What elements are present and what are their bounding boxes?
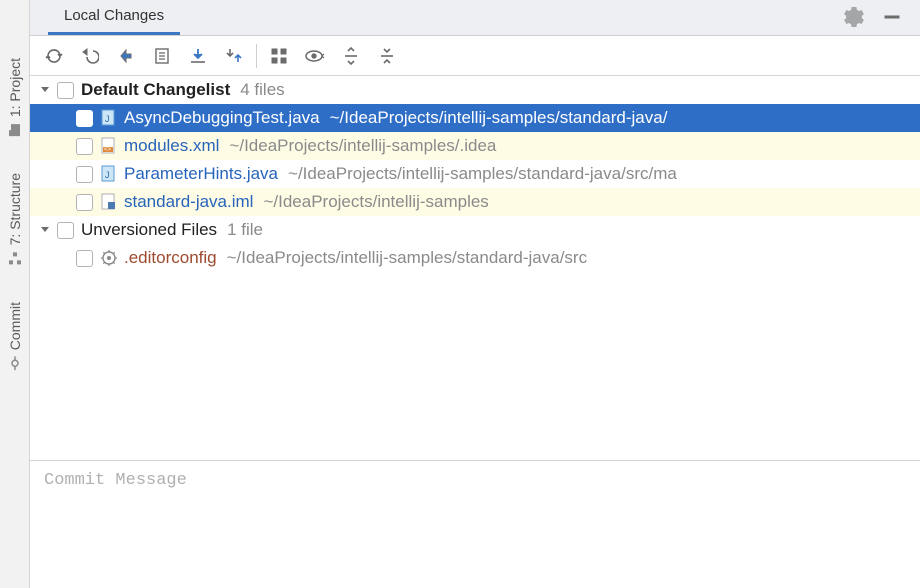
refresh-button[interactable] <box>36 38 72 74</box>
tab-local-changes[interactable]: Local Changes <box>48 0 180 35</box>
tab-bar: Local Changes <box>30 0 920 36</box>
checkbox[interactable] <box>57 222 74 239</box>
config-file-icon <box>100 249 118 267</box>
shelve-button[interactable] <box>180 38 216 74</box>
rollback-button[interactable] <box>72 38 108 74</box>
java-class-icon: J <box>100 109 118 127</box>
file-name: ParameterHints.java <box>124 164 278 184</box>
group-count: 4 files <box>240 80 284 100</box>
changelist-button[interactable] <box>144 38 180 74</box>
tab-right-actions <box>844 0 908 35</box>
shelve-silently-button[interactable] <box>216 38 252 74</box>
file-row[interactable]: J AsyncDebuggingTest.java ~/IdeaProjects… <box>30 104 920 132</box>
chevron-down-icon[interactable] <box>38 223 52 237</box>
svg-text:<>: <> <box>104 147 112 153</box>
structure-icon <box>8 252 22 266</box>
java-class-icon: J <box>100 165 118 183</box>
tab-label: Local Changes <box>64 7 164 24</box>
file-name: .editorconfig <box>124 248 217 268</box>
svg-text:J: J <box>105 170 110 180</box>
changes-tree[interactable]: Default Changelist 4 files J AsyncDebugg… <box>30 76 920 460</box>
diff-button[interactable] <box>108 38 144 74</box>
commit-message-input[interactable] <box>30 461 920 588</box>
checkbox[interactable] <box>76 166 93 183</box>
sidebar-item-commit[interactable]: Commit <box>7 302 23 370</box>
sidebar-label: Commit <box>7 302 23 350</box>
checkbox[interactable] <box>76 250 93 267</box>
file-path: ~/IdeaProjects/intellij-samples/standard… <box>227 248 587 268</box>
file-path: ~/IdeaProjects/intellij-samples/standard… <box>330 108 668 128</box>
checkbox[interactable] <box>76 110 93 127</box>
sidebar-label: 1: Project <box>7 58 23 117</box>
file-path: ~/IdeaProjects/intellij-samples <box>263 192 488 212</box>
svg-text:J: J <box>105 114 110 124</box>
checkbox[interactable] <box>57 82 74 99</box>
chevron-down-icon[interactable] <box>38 83 52 97</box>
tool-window-stripe: 1: Project 7: Structure Commit <box>0 0 30 588</box>
module-file-icon <box>100 193 118 211</box>
expand-all-button[interactable] <box>333 38 369 74</box>
sidebar-item-structure[interactable]: 7: Structure <box>7 173 23 265</box>
file-name: modules.xml <box>124 136 219 156</box>
sidebar-label: 7: Structure <box>7 173 23 245</box>
commit-message-panel <box>30 460 920 588</box>
file-row[interactable]: <> modules.xml ~/IdeaProjects/intellij-s… <box>30 132 920 160</box>
toolbar-separator <box>256 44 257 68</box>
group-by-button[interactable] <box>261 38 297 74</box>
file-path: ~/IdeaProjects/intellij-samples/standard… <box>288 164 677 184</box>
xml-file-icon: <> <box>100 137 118 155</box>
checkbox[interactable] <box>76 194 93 211</box>
toolbar <box>30 36 920 76</box>
group-label: Unversioned Files <box>81 220 217 240</box>
preview-diff-button[interactable] <box>297 38 333 74</box>
group-count: 1 file <box>227 220 263 240</box>
file-name: standard-java.iml <box>124 192 253 212</box>
file-path: ~/IdeaProjects/intellij-samples/.idea <box>229 136 496 156</box>
hide-icon[interactable] <box>882 7 902 27</box>
sidebar-item-project[interactable]: 1: Project <box>7 58 23 137</box>
changelist-group-unversioned[interactable]: Unversioned Files 1 file <box>30 216 920 244</box>
project-icon <box>8 123 22 137</box>
group-label: Default Changelist <box>81 80 230 100</box>
checkbox[interactable] <box>76 138 93 155</box>
file-row[interactable]: standard-java.iml ~/IdeaProjects/intelli… <box>30 188 920 216</box>
file-name: AsyncDebuggingTest.java <box>124 108 320 128</box>
file-row[interactable]: .editorconfig ~/IdeaProjects/intellij-sa… <box>30 244 920 272</box>
commit-icon <box>8 356 22 370</box>
changelist-group-default[interactable]: Default Changelist 4 files <box>30 76 920 104</box>
collapse-all-button[interactable] <box>369 38 405 74</box>
file-row[interactable]: J ParameterHints.java ~/IdeaProjects/int… <box>30 160 920 188</box>
settings-icon[interactable] <box>844 7 864 27</box>
main-panel: Local Changes <box>30 0 920 588</box>
root: 1: Project 7: Structure Commit Local Cha… <box>0 0 920 588</box>
